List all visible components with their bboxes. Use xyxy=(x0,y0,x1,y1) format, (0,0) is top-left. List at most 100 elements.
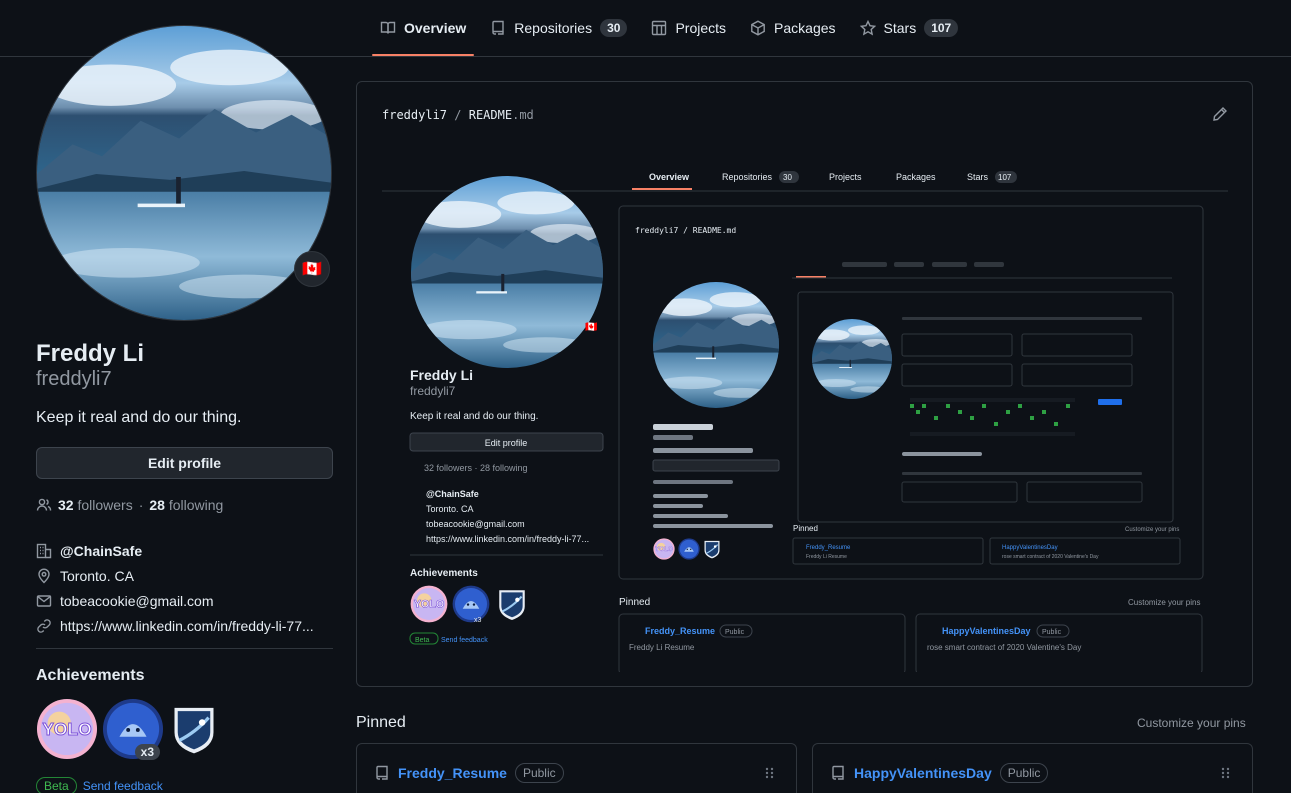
nested-repo-count: 30 xyxy=(783,173,792,182)
nested-x3: x3 xyxy=(474,617,482,624)
nested-mini-pin2-desc: rose smart contract of 2020 Valentine's … xyxy=(1002,554,1099,560)
people-icon xyxy=(36,498,52,511)
link-icon xyxy=(37,618,51,633)
path-separator: / xyxy=(454,108,462,122)
nested-flag: 🇨🇦 xyxy=(585,321,598,333)
pinned-repo-card: HappyValentinesDay Public xyxy=(812,743,1253,793)
pinned-repo-card: Freddy_Resume Public xyxy=(356,743,797,793)
tab-stars[interactable]: Stars 107 xyxy=(852,0,967,56)
followers-count: 32 xyxy=(58,497,74,513)
tab-label: Repositories xyxy=(514,20,593,36)
yolo-badge-icon[interactable] xyxy=(36,698,98,760)
tab-label: Overview xyxy=(404,20,467,36)
nested-mini-customize: Customize your pins xyxy=(1125,527,1179,533)
pinned-heading: Pinned xyxy=(356,714,406,731)
drag-handle-icon[interactable] xyxy=(1220,766,1232,780)
nested-customize: Customize your pins xyxy=(1128,598,1200,607)
arctic-code-vault-badge-icon[interactable] xyxy=(168,698,220,760)
following-label: following xyxy=(168,497,224,513)
readme-file[interactable]: README xyxy=(469,108,512,122)
nested-email: tobeacookie@gmail.com xyxy=(426,519,525,529)
website-link[interactable]: https://www.linkedin.com/in/freddy-li-77… xyxy=(60,618,314,634)
nested-pin1-desc: Freddy Li Resume xyxy=(629,643,695,652)
star-icon xyxy=(859,20,876,36)
follow-separator: · xyxy=(138,497,144,513)
nested-tab-overview: Overview xyxy=(649,172,690,182)
nested-tab-repositories: Repositories xyxy=(722,172,773,182)
org-text[interactable]: @ChainSafe xyxy=(60,543,142,559)
tab-projects[interactable]: Projects xyxy=(643,0,734,56)
mail-icon xyxy=(36,594,52,607)
nested-login: freddyli7 xyxy=(410,384,456,398)
nested-readme-box: freddyli7 / README.md Pinned Customize y… xyxy=(618,205,1204,580)
location-text: Toronto. CA xyxy=(60,567,134,584)
pull-shark-badge-icon[interactable]: x3 xyxy=(102,698,164,760)
badge-count: x3 xyxy=(134,744,160,760)
nested-pin2-public: Public xyxy=(1042,629,1062,636)
visibility-badge: Public xyxy=(514,763,564,783)
vcard-org: @ChainSafe xyxy=(36,538,314,563)
nested-readme-path: freddyli7 / README.md xyxy=(635,226,736,235)
send-feedback-link[interactable]: Send feedback xyxy=(83,779,163,793)
repo-icon xyxy=(376,765,388,780)
nested-pin1-name: Freddy_Resume xyxy=(645,626,715,636)
pencil-icon[interactable] xyxy=(1212,106,1228,122)
profile-name: Freddy Li xyxy=(36,340,145,367)
nested-mini-pin1-desc: Freddy Li Resume xyxy=(806,554,847,560)
followers-label: followers xyxy=(77,497,133,513)
readme-path: freddyli7 / README.md xyxy=(382,108,534,122)
nested-edit-profile: Edit profile xyxy=(485,438,528,448)
edit-profile-button[interactable]: Edit profile xyxy=(36,447,333,479)
nested-pinned: Pinned Customize your pins Freddy_Resume… xyxy=(618,597,1203,672)
repo-icon xyxy=(832,765,844,780)
customize-pins-link[interactable]: Customize your pins xyxy=(1137,716,1246,730)
nested-name: Freddy Li xyxy=(410,367,473,383)
profile-login: freddyli7 xyxy=(36,368,112,390)
repo-icon xyxy=(492,20,504,35)
tab-label: Packages xyxy=(774,20,836,36)
nested-mini-pin2: HappyValentinesDay xyxy=(1002,545,1058,551)
tab-packages[interactable]: Packages xyxy=(742,0,843,56)
vcard-details: @ChainSafe Toronto. CA tobeacookie@gmail… xyxy=(36,538,314,638)
repo-link[interactable]: HappyValentinesDay xyxy=(854,765,992,781)
following-link[interactable]: 28 following xyxy=(149,497,223,513)
nested-achievements: Achievements xyxy=(410,568,478,579)
nested-pinned-title: Pinned xyxy=(619,597,650,608)
tab-repositories[interactable]: Repositories 30 xyxy=(482,0,635,56)
profile-readme: freddyli7 / README.md Overview Repositor… xyxy=(356,81,1253,687)
book-icon xyxy=(380,21,396,34)
nested-beta: Beta xyxy=(415,637,430,644)
nested-tab-projects: Projects xyxy=(829,172,862,182)
tab-overview[interactable]: Overview xyxy=(372,0,475,56)
vcard-website: https://www.linkedin.com/in/freddy-li-77… xyxy=(36,613,314,638)
visibility-badge: Public xyxy=(999,763,1049,783)
drag-handle-icon[interactable] xyxy=(764,766,776,780)
nested-org: @ChainSafe xyxy=(426,489,479,499)
avatar[interactable] xyxy=(36,25,332,321)
nested-pin1-public: Public xyxy=(725,629,745,636)
repo-link[interactable]: Freddy_Resume xyxy=(398,765,507,781)
readme-screenshot: Overview Repositories 30 Projects Packag… xyxy=(382,171,1228,672)
followers-link[interactable]: 32 followers xyxy=(58,497,133,513)
nested-location: Toronto. CA xyxy=(426,504,474,514)
nested-bio: Keep it real and do our thing. xyxy=(410,411,538,422)
table-icon xyxy=(652,20,667,36)
achievements-heading: Achievements xyxy=(36,667,145,684)
nested-pin2-desc: rose smart contract of 2020 Valentine's … xyxy=(927,643,1081,652)
nested-mini-pinned: Pinned xyxy=(793,524,818,533)
vcard-location: Toronto. CA xyxy=(36,563,314,588)
readme-owner[interactable]: freddyli7 xyxy=(382,108,447,122)
achievement-badges: x3 xyxy=(36,698,220,760)
nested-website: https://www.linkedin.com/in/freddy-li-77… xyxy=(426,534,589,544)
nested-follow: 32 followers · 28 following xyxy=(424,463,528,473)
package-icon xyxy=(751,20,765,36)
status-flag-button[interactable]: 🇨🇦 xyxy=(294,251,330,287)
organization-icon xyxy=(36,543,52,558)
stars-count: 107 xyxy=(924,19,959,37)
following-count: 28 xyxy=(149,497,165,513)
repositories-count: 30 xyxy=(600,19,628,37)
canada-flag-icon: 🇨🇦 xyxy=(302,261,322,278)
divider xyxy=(36,648,333,649)
nested-feedback: Send feedback xyxy=(441,637,488,644)
email-link[interactable]: tobeacookie@gmail.com xyxy=(60,593,214,609)
